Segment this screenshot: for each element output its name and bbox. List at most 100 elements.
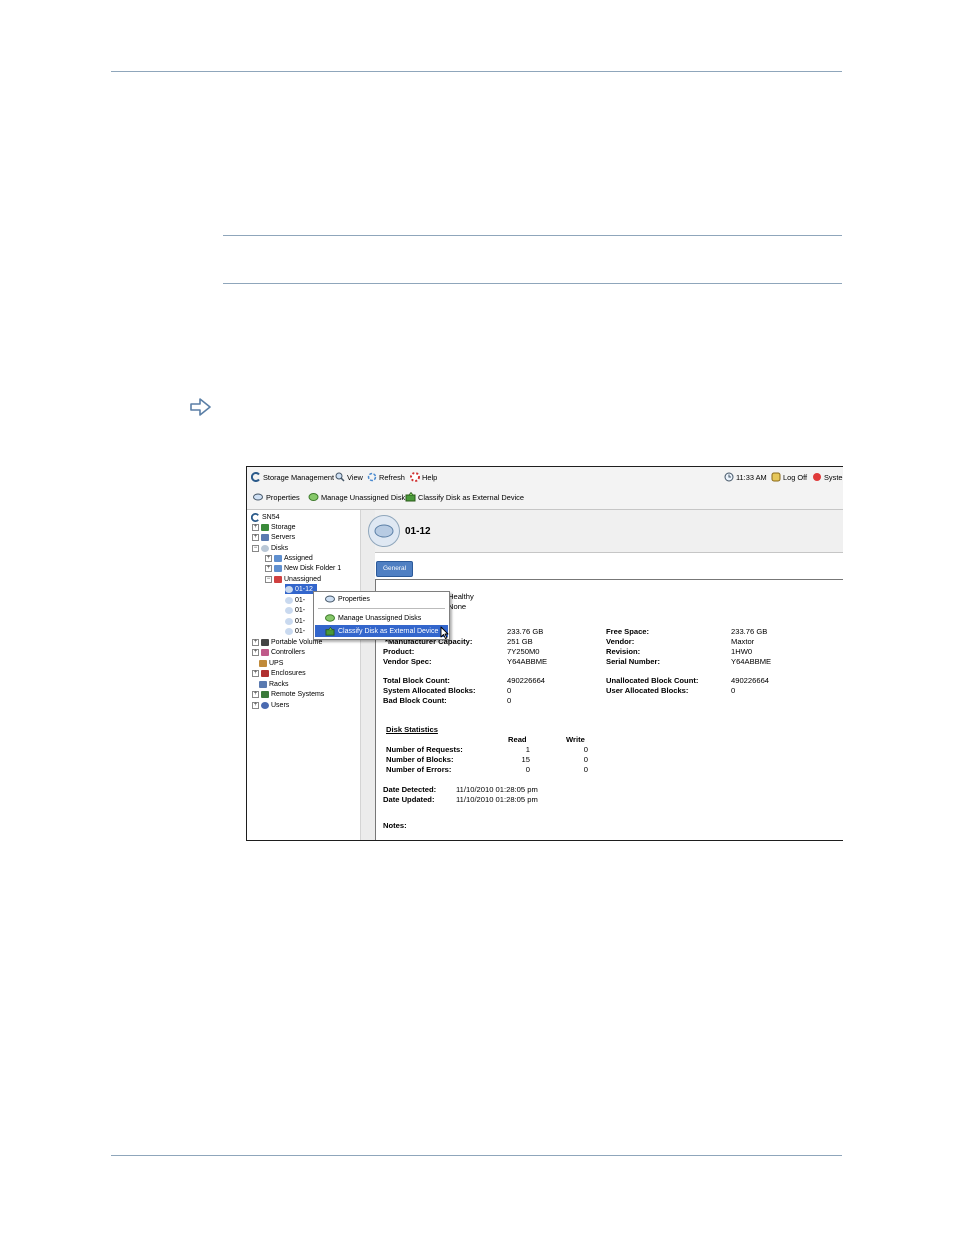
revision-label: Revision: (606, 647, 641, 656)
unallocated-block-count-value: 490226664 (731, 676, 770, 685)
clock: 11:33 AM (724, 472, 767, 482)
classify-disk-icon (325, 626, 335, 636)
tree-item-users[interactable]: + Users (252, 700, 289, 710)
assigned-folder-icon (274, 554, 282, 562)
properties-button[interactable]: Properties (253, 492, 300, 502)
stats-requests-label: Number of Requests: (386, 745, 463, 754)
properties-icon (325, 595, 335, 603)
tree-item-disk[interactable]: 01- (285, 605, 305, 615)
tree-item-label: 01- (295, 627, 306, 635)
manage-unassigned-label: Manage Unassigned Disks (321, 492, 409, 502)
stats-write-header: Write (566, 735, 585, 744)
system-button[interactable]: Syste (812, 472, 842, 482)
tree-item-disk[interactable]: 01- (285, 616, 305, 626)
context-menu-properties[interactable]: Properties (315, 593, 448, 605)
expand-icon[interactable]: + (252, 690, 259, 698)
serial-number-label: Serial Number: (606, 657, 661, 666)
unallocated-block-count-label: Unallocated Block Count: (606, 676, 699, 685)
detail-panel: 01-12 General Healthy None (368, 510, 843, 840)
expand-icon[interactable]: + (252, 523, 259, 531)
remote-systems-icon (261, 690, 269, 698)
manage-unassigned-icon (325, 614, 335, 622)
stats-write-value: 0 (583, 765, 588, 774)
expand-icon[interactable]: + (265, 564, 272, 572)
manage-unassigned-button[interactable]: Manage Unassigned Disks (308, 492, 409, 502)
bad-block-count-value: 0 (507, 696, 512, 705)
disk-icon (285, 585, 293, 593)
expand-icon[interactable]: + (265, 554, 272, 562)
disk-folder-icon (274, 564, 282, 572)
collapse-icon[interactable]: − (265, 575, 272, 583)
tree-item-label: Assigned (284, 554, 313, 562)
total-block-count-value: 490226664 (507, 676, 546, 685)
tree-item-label: UPS (269, 659, 284, 667)
tree-item-remote-systems[interactable]: + Remote Systems (252, 689, 324, 699)
refresh-menu[interactable]: Refresh (367, 472, 405, 482)
tree-item-disk[interactable]: 01- (285, 626, 305, 636)
date-updated-value: 11/10/2010 01:28:05 pm (456, 795, 538, 804)
classify-disk-label: Classify Disk as External Device (418, 492, 524, 502)
system-label: Syste (824, 472, 843, 482)
classify-disk-button[interactable]: Classify Disk as External Device (405, 492, 524, 502)
status-value: Healthy (448, 592, 474, 601)
tree-item-disks[interactable]: − Disks (252, 543, 288, 553)
tree-item-unassigned[interactable]: − Unassigned (265, 574, 321, 584)
tree-item-label: 01- (295, 606, 306, 614)
notes-label: Notes: (383, 821, 407, 830)
detail-header: 01-12 (368, 510, 843, 553)
expand-icon[interactable]: + (252, 533, 259, 541)
help-menu[interactable]: Help (410, 472, 437, 482)
tree-item-new-disk-folder[interactable]: + New Disk Folder 1 (265, 563, 341, 573)
collapse-icon[interactable]: − (252, 544, 259, 552)
note-rule-top (223, 235, 842, 236)
expand-icon[interactable]: + (252, 638, 259, 646)
context-menu-classify[interactable]: Classify Disk as External Device (315, 625, 448, 637)
racks-icon (259, 680, 267, 688)
tab-general[interactable]: General (376, 561, 413, 577)
top-rule (111, 71, 842, 72)
disk-icon (285, 606, 293, 614)
tree-item-assigned[interactable]: + Assigned (265, 553, 313, 563)
disk-statistics-title: Disk Statistics (386, 725, 438, 734)
product-value: 7Y250M0 (507, 647, 540, 656)
tree-item-racks[interactable]: Racks (259, 679, 288, 689)
tree-item-ups[interactable]: UPS (259, 658, 283, 668)
tree-item-servers[interactable]: + Servers (252, 532, 295, 542)
disks-icon (261, 544, 269, 552)
tree-item-label: Storage (271, 523, 296, 531)
view-label: View (347, 472, 363, 482)
ups-icon (259, 659, 267, 667)
tree-item-portable-volume[interactable]: + Portable Volume (252, 637, 322, 647)
disk-icon (285, 617, 293, 625)
system-allocated-blocks-value: 0 (507, 686, 512, 695)
context-menu-manage-unassigned[interactable]: Manage Unassigned Disks (315, 612, 448, 624)
tree-item-label: Disks (271, 544, 289, 552)
expand-icon[interactable]: + (252, 669, 259, 677)
tree-item-controllers[interactable]: + Controllers (252, 647, 305, 657)
view-menu[interactable]: View (335, 472, 363, 482)
expand-icon[interactable]: + (252, 648, 259, 656)
tree-item-disk[interactable]: 01- (285, 595, 305, 605)
disk-icon (285, 627, 293, 635)
step-arrow-icon (190, 398, 212, 421)
storage-management-menu[interactable]: Storage Management (251, 472, 334, 482)
tree-scrollbar[interactable] (360, 510, 376, 840)
refresh-label: Refresh (379, 472, 405, 482)
stats-read-header: Read (508, 735, 527, 744)
expand-icon[interactable]: + (252, 701, 259, 709)
application-window: Storage Management View Refresh Help 11:… (246, 466, 843, 841)
tree-item-label: 01- (295, 617, 306, 625)
unassigned-folder-icon (274, 575, 282, 583)
tree-item-storage[interactable]: + Storage (252, 522, 296, 532)
free-space-label: Free Space: (606, 627, 650, 636)
manufacturer-capacity-value: 251 GB (507, 637, 533, 646)
tree-root[interactable]: SN54 (251, 512, 280, 522)
disk-large-icon (368, 515, 400, 547)
storage-management-label: Storage Management (263, 472, 335, 482)
user-allocated-blocks-label: User Allocated Blocks: (606, 686, 689, 695)
log-off-button[interactable]: Log Off (771, 472, 807, 482)
refresh-icon (367, 472, 377, 482)
stats-write-value: 0 (583, 745, 588, 754)
tree-item-enclosures[interactable]: + Enclosures (252, 668, 306, 678)
date-detected-value: 11/10/2010 01:28:05 pm (456, 785, 538, 794)
